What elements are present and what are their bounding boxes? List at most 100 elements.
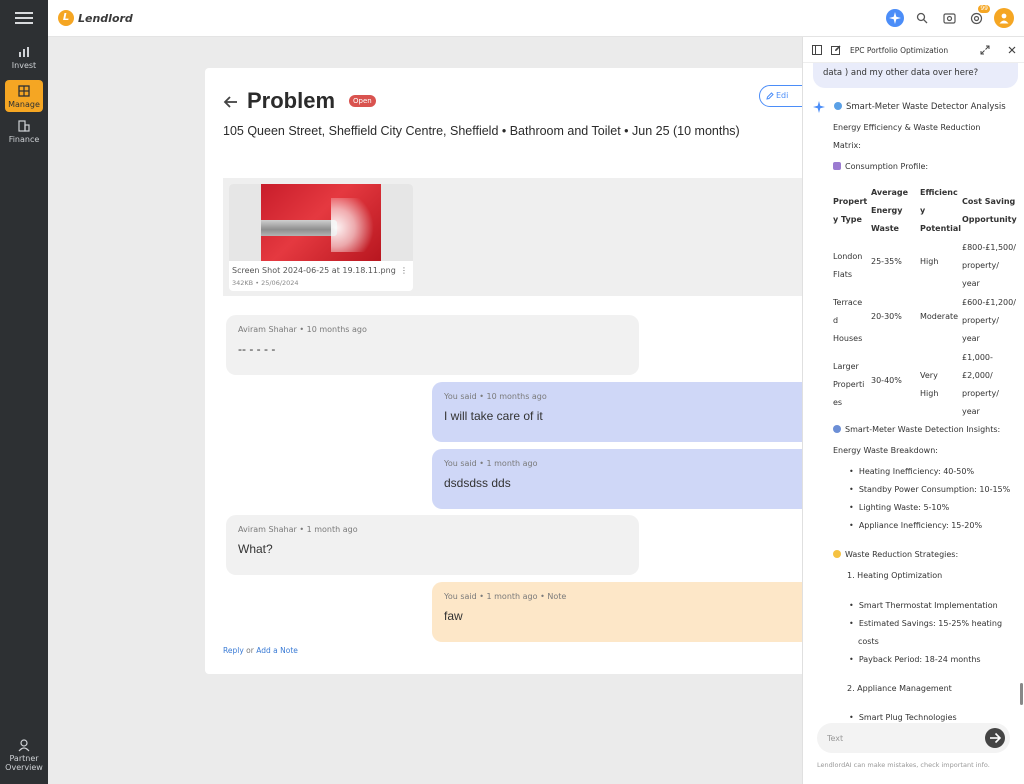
cell-text: property/ (962, 389, 999, 398)
message-body: What? (238, 542, 273, 556)
list-item: • Appliance Inefficiency: 15-20% (849, 521, 983, 530)
header-text: y (920, 206, 926, 215)
header-text: Average (871, 188, 909, 197)
table-cell: London Flats (833, 248, 862, 284)
message-bubble: You said • 10 months ago I will take car… (432, 382, 815, 442)
cell-text: £600-£1,200/ (962, 298, 1016, 307)
reply-actions: Reply or Add a Note (223, 646, 298, 655)
ai-assistant-icon[interactable] (886, 9, 904, 27)
globe-icon (834, 102, 842, 110)
user-message-bubble: data ) and my other data over here? (813, 63, 1018, 88)
chart-icon (833, 162, 841, 170)
finance-icon (18, 120, 30, 132)
cell-text: Terrace (833, 298, 863, 307)
sidebar-item-manage[interactable]: Manage (5, 80, 43, 112)
list-item: • Heating Inefficiency: 40-50% (849, 467, 975, 476)
table-header-efficiency-potential: Efficienc y Potential (920, 184, 961, 238)
matrix-title-line1: Energy Efficiency & Waste Reduction (833, 123, 981, 132)
pencil-icon (766, 92, 774, 100)
sidebar-item-invest[interactable]: Invest (5, 45, 43, 70)
list-item-text: Lighting Waste: 5-10% (858, 503, 950, 512)
burst-pipe-image (261, 184, 381, 261)
cell-text: Larger (833, 362, 859, 371)
sidebar-item-label: Invest (11, 61, 37, 70)
search-icon[interactable] (913, 9, 931, 27)
screenshot-icon[interactable] (940, 9, 958, 27)
message-body: I will take care of it (444, 409, 543, 423)
sidebar-item-partner-overview[interactable]: Partner Overview (5, 738, 43, 772)
message-bubble: You said • 1 month ago dsdsdss dds (432, 449, 815, 509)
attachment-card[interactable]: Screen Shot 2024-06-25 at 19.18.11.png ⋮… (229, 184, 413, 291)
list-item-text: Smart Plug Technologies (858, 713, 957, 722)
left-sidebar: Invest Manage Finance Partner Overview (0, 0, 48, 784)
attachment-meta: 342KB • 25/06/2024 (232, 279, 299, 287)
consumption-profile-heading: Consumption Profile: (833, 162, 928, 171)
cell-text: £1,000- (962, 353, 993, 362)
page-title: Problem (247, 88, 336, 113)
send-button[interactable] (985, 728, 1005, 748)
panel-header: EPC Portfolio Optimization (803, 37, 1024, 63)
message-meta: You said • 1 month ago • Note (444, 592, 567, 601)
table-header-property-type: Propert y Type (833, 193, 867, 229)
panel-title: EPC Portfolio Optimization (850, 46, 949, 55)
table-cell: High (920, 257, 939, 266)
scrollbar[interactable] (1020, 683, 1023, 705)
header-text: Waste (871, 224, 899, 233)
insights-heading-text: Smart-Meter Waste Detection Insights: (845, 425, 1001, 434)
cell-text: es (833, 398, 843, 407)
list-item-text: Appliance Inefficiency: 15-20% (858, 521, 983, 530)
message-bubble: Aviram Shahar • 1 month ago What? (226, 515, 639, 575)
attachment-thumbnail[interactable] (229, 184, 413, 261)
sidebar-item-finance[interactable]: Finance (5, 119, 43, 144)
insights-heading: Smart-Meter Waste Detection Insights: (833, 425, 1000, 434)
cell-text: property/ (962, 261, 999, 270)
notifications-icon[interactable]: 99 (967, 5, 990, 27)
manage-icon (18, 85, 30, 97)
list-item-text: Estimated Savings: 15-25% heating (858, 619, 1003, 628)
message-meta: Aviram Shahar • 10 months ago (238, 325, 367, 334)
list-item-text: Heating Inefficiency: 40-50% (858, 467, 975, 476)
ai-chat-panel: EPC Portfolio Optimization data ) and my… (802, 37, 1024, 784)
problem-subtitle: 105 Queen Street, Sheffield City Centre,… (223, 124, 740, 138)
close-icon[interactable] (1007, 45, 1017, 55)
back-arrow-icon[interactable] (223, 94, 239, 110)
list-item-text: Payback Period: 18-24 months (858, 655, 981, 664)
table-header-cost-saving: Cost Saving Opportunity (962, 193, 1017, 229)
table-cell: Larger Properti es (833, 358, 864, 412)
new-chat-icon[interactable] (831, 45, 841, 55)
invest-icon (19, 47, 29, 57)
chat-input[interactable] (827, 730, 977, 746)
message-body: -- - - - - (238, 342, 276, 356)
list-item-text: Standby Power Consumption: 10-15% (858, 485, 1011, 494)
send-arrow-icon (990, 732, 1002, 744)
note-bubble: You said • 1 month ago • Note faw (432, 582, 815, 642)
expand-icon[interactable] (980, 45, 990, 55)
avatar[interactable] (994, 8, 1014, 28)
reply-link[interactable]: Reply (223, 646, 244, 655)
table-cell: £1,000- £2,000/property/year (962, 349, 999, 421)
cell-text: Houses (833, 334, 863, 343)
lightbulb-icon (833, 550, 841, 558)
attachment-filename-text: Screen Shot 2024-06-25 at 19.18.11.png (232, 266, 396, 275)
more-options-icon[interactable]: ⋮ (400, 266, 408, 275)
attachment-filename: Screen Shot 2024-06-25 at 19.18.11.png ⋮ (232, 266, 408, 275)
message-body: dsdsdss dds (444, 476, 511, 490)
table-cell: 25-35% (871, 257, 902, 266)
list-item-text: Smart Thermostat Implementation (858, 601, 998, 610)
sidebar-item-label: Overview (5, 763, 43, 772)
chat-scroll-area[interactable]: data ) and my other data over here? Smar… (803, 63, 1024, 743)
add-note-link[interactable]: Add a Note (256, 646, 298, 655)
sidebar-toggle-icon[interactable] (812, 45, 822, 55)
cell-text: property/ (962, 316, 999, 325)
logo-text: Lendlord (78, 11, 133, 25)
header-text: Potential (920, 224, 962, 233)
list-item: • Estimated Savings: 15-25% heating (849, 619, 1003, 628)
strategy-heading: 2. Appliance Management (847, 684, 952, 693)
ai-sparkle-icon (813, 101, 825, 113)
table-cell: 20-30% (871, 312, 902, 321)
table-cell: Very High (920, 367, 938, 403)
magnifier-icon (833, 425, 841, 433)
menu-icon[interactable] (15, 12, 33, 26)
brand-logo[interactable]: L Lendlord (58, 10, 133, 26)
list-item: • Standby Power Consumption: 10-15% (849, 485, 1011, 494)
